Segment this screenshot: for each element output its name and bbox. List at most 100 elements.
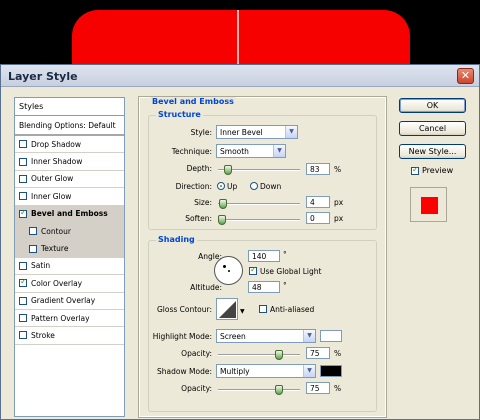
highlight-opacity-input[interactable]: 75 [306, 347, 330, 359]
style-item-label: Drop Shadow [31, 139, 82, 149]
direction-down-radio[interactable] [250, 182, 258, 190]
style-label: Style: [190, 128, 212, 137]
technique-select[interactable]: Smooth ▼ [216, 144, 286, 158]
anti-aliased-label: Anti-aliased [270, 305, 315, 314]
shape-divider [237, 10, 239, 64]
style-item-gradient-overlay[interactable]: Gradient Overlay [15, 293, 124, 310]
contour-dropdown-icon[interactable]: ▼ [240, 308, 245, 315]
style-item-texture[interactable]: Texture [15, 240, 124, 258]
style-item-stroke[interactable]: Stroke [15, 327, 124, 345]
highlight-opacity-slider-track[interactable] [218, 354, 300, 356]
style-value: Inner Bevel [220, 128, 263, 137]
shadow-color-swatch[interactable] [320, 365, 342, 377]
size-input[interactable]: 4 [306, 196, 330, 208]
gloss-contour-picker[interactable] [216, 298, 238, 320]
style-item-label: Blending Options: Default [19, 120, 116, 130]
style-item-label: Color Overlay [31, 278, 83, 288]
shadow-opacity-slider-track[interactable] [218, 389, 300, 391]
styles-header[interactable]: Styles [15, 98, 124, 116]
preview-label: Preview [422, 166, 454, 175]
shadow-mode-value: Multiply [220, 367, 250, 376]
use-global-light-label: Use Global Light [260, 267, 322, 276]
style-item-checkbox[interactable] [19, 296, 27, 305]
style-item-checkbox[interactable] [29, 227, 37, 236]
style-item-checkbox[interactable] [19, 157, 27, 166]
close-button[interactable]: ✕ [457, 68, 474, 84]
technique-value: Smooth [220, 147, 249, 156]
style-item-inner-glow[interactable]: Inner Glow [15, 188, 124, 206]
chevron-down-icon: ▼ [273, 145, 285, 157]
preview-checkbox[interactable] [411, 165, 419, 175]
style-item-checkbox[interactable] [19, 140, 27, 149]
anti-aliased-checkbox[interactable] [259, 305, 267, 313]
altitude-label: Altitude: [190, 283, 222, 292]
highlight-mode-label: Highlight Mode: [152, 332, 212, 341]
gloss-contour-label: Gloss Contour: [156, 305, 212, 314]
shadow-opacity-slider-thumb[interactable] [275, 385, 283, 395]
chevron-down-icon: ▼ [303, 365, 315, 377]
use-global-light-checkbox[interactable] [249, 265, 257, 275]
style-item-checkbox[interactable] [19, 277, 27, 288]
style-item-label: Texture [41, 244, 69, 254]
style-item-color-overlay[interactable]: Color Overlay [15, 275, 124, 293]
chevron-down-icon: ▼ [285, 126, 297, 138]
bevel-emboss-panel: Bevel and Emboss Structure Style: Inner … [138, 96, 387, 418]
style-item-label: Gradient Overlay [31, 296, 96, 306]
altitude-input[interactable]: 48 [248, 281, 280, 293]
highlight-opacity-label: Opacity: [181, 349, 212, 358]
style-item-outer-glow[interactable]: Outer Glow [15, 171, 124, 189]
size-slider-thumb[interactable] [219, 199, 228, 209]
highlight-opacity-slider-thumb[interactable] [275, 350, 283, 360]
shadow-opacity-unit: % [334, 384, 342, 393]
soften-label: Soften: [185, 214, 212, 223]
direction-label: Direction: [175, 182, 212, 191]
style-item-label: Pattern Overlay [31, 313, 90, 323]
layer-style-dialog: Layer Style ✕ Styles Blending Options: D… [0, 64, 480, 420]
style-item-checkbox[interactable] [19, 174, 27, 183]
highlight-opacity-unit: % [334, 349, 342, 358]
style-item-checkbox[interactable] [29, 244, 37, 253]
new-style-button[interactable]: New Style... [399, 144, 466, 159]
style-item-checkbox[interactable] [19, 331, 27, 340]
size-slider-track[interactable] [218, 203, 300, 205]
shading-title: Shading [156, 235, 197, 244]
direction-up-radio[interactable] [217, 182, 225, 190]
ok-button[interactable]: OK [399, 98, 466, 113]
depth-input[interactable]: 83 [306, 163, 330, 175]
depth-slider-thumb[interactable] [224, 165, 233, 175]
soften-slider-track[interactable] [218, 219, 300, 221]
styles-list: Styles Blending Options: Default Drop Sha… [14, 97, 125, 417]
angle-input[interactable]: 140 [248, 250, 280, 262]
style-item-checkbox[interactable] [19, 261, 27, 270]
style-item-label: Outer Glow [31, 174, 74, 184]
shadow-opacity-input[interactable]: 75 [306, 382, 330, 394]
soften-input[interactable]: 0 [306, 212, 330, 224]
highlight-mode-select[interactable]: Screen ▼ [216, 329, 316, 343]
style-item-pattern-overlay[interactable]: Pattern Overlay [15, 310, 124, 328]
style-item-checkbox[interactable] [19, 192, 27, 201]
style-item-label: Satin [31, 261, 51, 271]
altitude-unit: ° [283, 281, 287, 290]
style-item-blending-options-default[interactable]: Blending Options: Default [15, 116, 124, 136]
style-item-satin[interactable]: Satin [15, 258, 124, 276]
style-item-label: Contour [41, 226, 71, 236]
highlight-color-swatch[interactable] [320, 330, 342, 342]
red-shape-layer [72, 10, 410, 64]
style-item-checkbox[interactable] [19, 314, 27, 323]
angle-dial[interactable] [214, 256, 243, 285]
structure-title: Structure [156, 110, 203, 119]
style-item-drop-shadow[interactable]: Drop Shadow [15, 136, 124, 154]
style-item-bevel-and-emboss[interactable]: Bevel and Emboss [15, 205, 124, 223]
style-item-inner-shadow[interactable]: Inner Shadow [15, 153, 124, 171]
shadow-mode-select[interactable]: Multiply ▼ [216, 364, 316, 378]
style-item-contour[interactable]: Contour [15, 222, 124, 241]
angle-unit: ° [283, 250, 287, 259]
technique-label: Technique: [171, 147, 212, 156]
depth-label: Depth: [186, 164, 212, 173]
style-item-label: Bevel and Emboss [31, 209, 108, 219]
style-select[interactable]: Inner Bevel ▼ [216, 125, 298, 139]
style-item-checkbox[interactable] [19, 208, 27, 218]
cancel-button[interactable]: Cancel [399, 121, 466, 136]
depth-unit: % [334, 165, 342, 174]
soften-slider-thumb[interactable] [218, 215, 226, 225]
